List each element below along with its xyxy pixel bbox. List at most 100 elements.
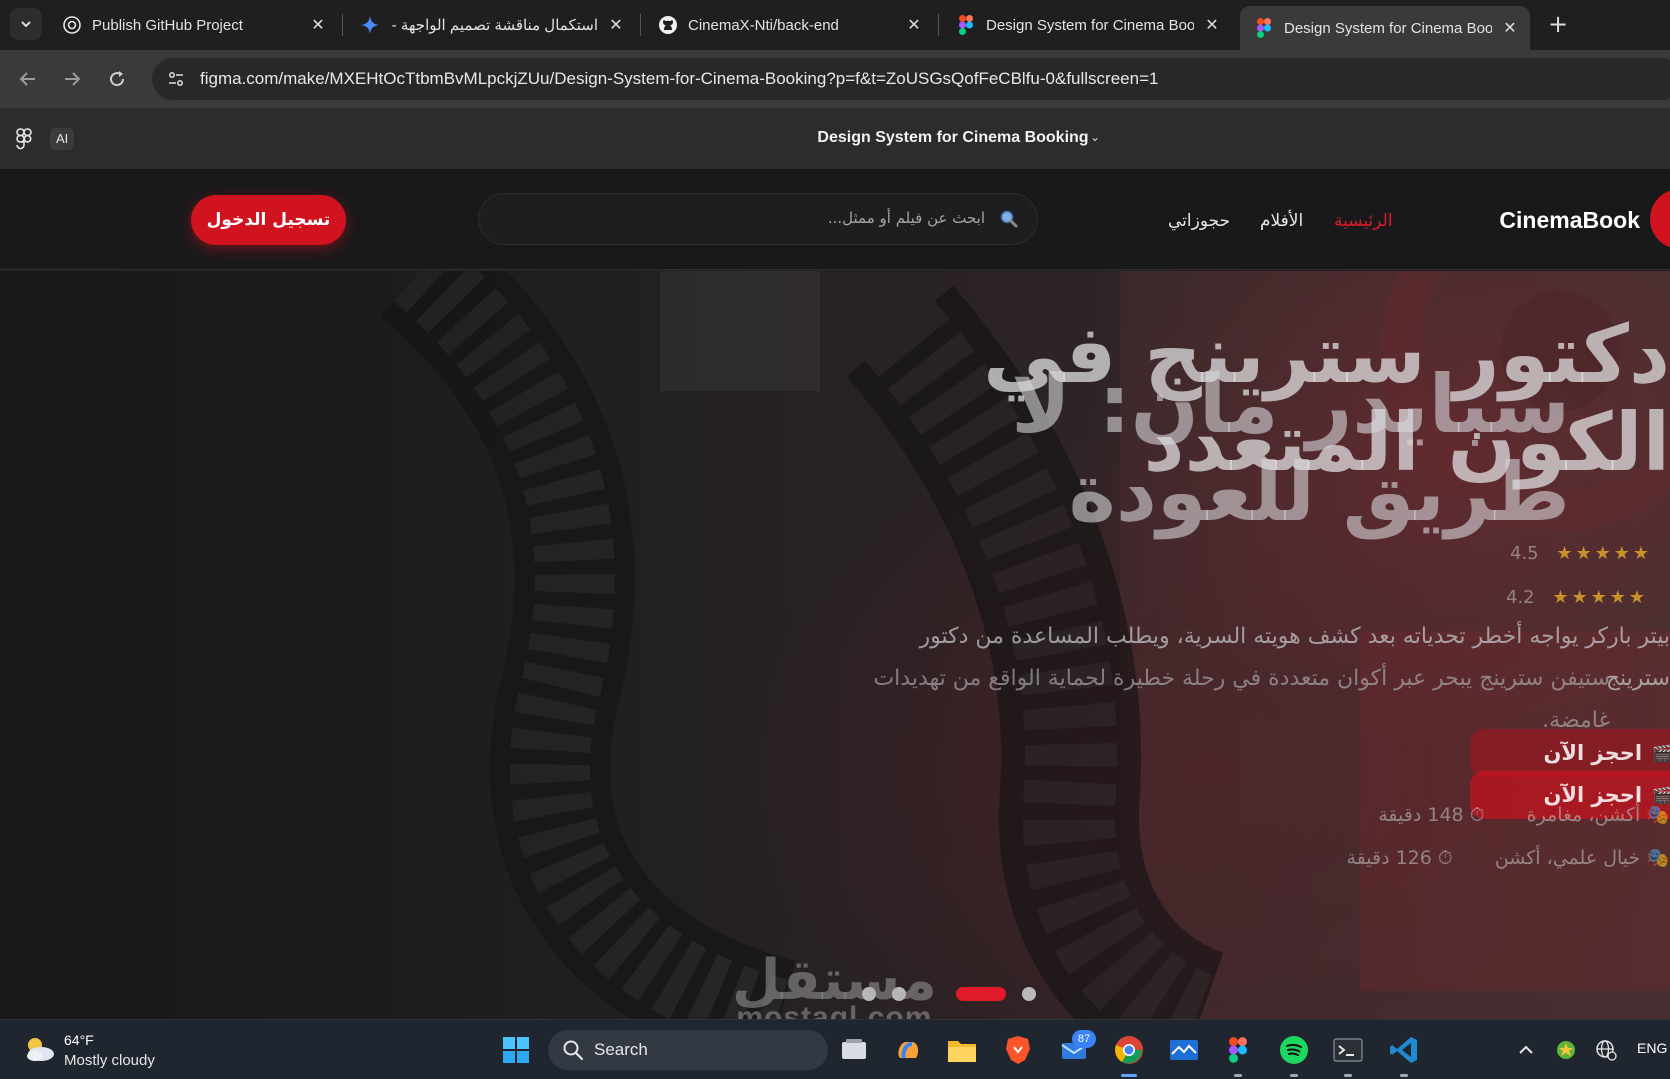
input-language[interactable]: ENG: [1637, 1040, 1667, 1056]
login-button[interactable]: تسجيل الدخول: [191, 195, 346, 245]
nav-movies[interactable]: الأفلام: [1260, 211, 1303, 231]
theater-masks-icon: 🎭: [1646, 804, 1670, 826]
movie-genres: أكشن، مغامرة: [1526, 804, 1641, 826]
mail-badge: 87: [1072, 1030, 1096, 1048]
chrome-icon[interactable]: [1113, 1034, 1145, 1066]
mail-app-icon[interactable]: [1168, 1034, 1200, 1066]
nav-home[interactable]: الرئيسية: [1334, 211, 1393, 231]
brave-browser-icon[interactable]: [1002, 1034, 1034, 1066]
gemini-icon: [360, 15, 380, 35]
vscode-icon[interactable]: [1388, 1034, 1420, 1066]
hero-title: سبايدر مان: لا طريق للعودة: [1011, 358, 1570, 539]
reload-icon: [110, 71, 125, 87]
search-placeholder: ابحث عن فيلم أو ممثل...: [827, 209, 985, 227]
running-indicator: [1400, 1074, 1408, 1077]
tab-divider: [640, 14, 641, 36]
running-indicator: [1290, 1074, 1298, 1077]
close-icon[interactable]: ✕: [308, 15, 328, 35]
copilot-icon[interactable]: [892, 1034, 924, 1066]
close-icon[interactable]: ✕: [606, 15, 626, 35]
brand-name[interactable]: CinemaBook: [1490, 207, 1640, 234]
address-bar[interactable]: figma.com/make/MXEHtOcTtbmBvMLpckjZUu/De…: [152, 58, 1670, 100]
hero-rating: 4.2 ★★★★★: [1506, 587, 1648, 608]
book-now-button[interactable]: 🎬 احجز الآن: [1470, 729, 1670, 777]
tab-title: Publish GitHub Project: [92, 16, 243, 34]
tab-divider: [342, 14, 343, 36]
file-explorer-icon[interactable]: [946, 1034, 978, 1066]
github-icon: [658, 15, 678, 35]
weather-temperature[interactable]: 64°F: [64, 1032, 94, 1048]
browser-tab[interactable]: Design System for Cinema Book ✕: [942, 6, 1232, 44]
movie-genres: خيال علمي، أكشن: [1494, 847, 1641, 869]
chevron-down-icon[interactable]: ⌄: [1090, 130, 1100, 144]
tab-title: Design System for Cinema Book: [986, 16, 1194, 34]
figma-app-icon[interactable]: [1222, 1034, 1254, 1066]
rating-value: 4.2: [1506, 587, 1535, 608]
movie-meta: 🎭 أكشن، مغامرة ⏱ 148 دقيقة: [1378, 803, 1670, 826]
chevron-up-icon[interactable]: [1510, 1034, 1542, 1066]
figma-icon: [1254, 18, 1274, 38]
chevron-down-icon: [21, 21, 31, 28]
partly-cloudy-icon[interactable]: [22, 1034, 56, 1068]
new-tab-button[interactable]: +: [1543, 10, 1573, 38]
clock-icon: ⏱: [1437, 847, 1453, 869]
weather-description[interactable]: Mostly cloudy: [64, 1052, 155, 1069]
rating-value: 4.5: [1510, 543, 1539, 564]
site-header: CinemaBook الرئيسية الأفلام حجوزاتي ابحث…: [0, 171, 1670, 270]
app-preview: CinemaBook الرئيسية الأفلام حجوزاتي ابحث…: [0, 171, 1670, 1019]
carousel-dot-active[interactable]: [956, 987, 1006, 1001]
site-settings-icon[interactable]: [156, 58, 196, 100]
openai-icon: [62, 15, 82, 35]
clapperboard-icon: 🎬: [1652, 743, 1670, 763]
search-icon: [562, 1039, 584, 1065]
spotify-icon[interactable]: [1278, 1034, 1310, 1066]
star-rating-icon: ★★★★★: [1552, 587, 1649, 608]
nav-bookings[interactable]: حجوزاتي: [1168, 211, 1230, 231]
tab-search-button[interactable]: [10, 8, 42, 40]
tray-app-icon[interactable]: [1550, 1034, 1582, 1066]
carousel-dot[interactable]: [1022, 987, 1036, 1001]
browser-tab[interactable]: Publish GitHub Project ✕: [48, 6, 338, 44]
movie-meta: 🎭 خيال علمي، أكشن ⏱ 126 دقيقة: [1346, 846, 1670, 869]
terminal-icon[interactable]: [1332, 1034, 1364, 1066]
watermark-latin: mostaql.com: [736, 1001, 933, 1020]
tab-title: Design System for Cinema Book: [1284, 19, 1492, 37]
address-url: figma.com/make/MXEHtOcTtbmBvMLpckjZUu/De…: [200, 69, 1159, 88]
search-icon: [999, 209, 1019, 229]
browser-tab[interactable]: استكمال مناقشة تصميم الواجهة - ✕: [346, 6, 636, 44]
close-icon[interactable]: ✕: [1500, 18, 1520, 38]
star-rating-icon: ★★★★★: [1556, 543, 1653, 564]
close-icon[interactable]: ✕: [904, 15, 924, 35]
figma-icon: [956, 15, 976, 35]
running-indicator: [1344, 1074, 1352, 1077]
windows-taskbar: 64°F Mostly cloudy Search 87 ENG: [0, 1019, 1670, 1079]
browser-toolbar: figma.com/make/MXEHtOcTtbmBvMLpckjZUu/De…: [0, 50, 1670, 108]
file-title[interactable]: Design System for Cinema Booking: [0, 129, 1670, 147]
close-icon[interactable]: ✕: [1202, 15, 1222, 35]
network-globe-icon[interactable]: [1590, 1034, 1622, 1066]
movie-duration: 148 دقيقة: [1378, 804, 1464, 826]
search-field[interactable]: ابحث عن فيلم أو ممثل...: [478, 193, 1038, 245]
windows-start-icon[interactable]: [500, 1034, 532, 1066]
task-view-icon[interactable]: [838, 1034, 870, 1066]
hero-rating: 4.5 ★★★★★: [1510, 543, 1652, 564]
browser-tab-strip: Publish GitHub Project ✕ استكمال مناقشة …: [0, 0, 1670, 50]
clock-icon: ⏱: [1469, 804, 1485, 826]
tab-title: CinemaX-Nti/back-end: [688, 16, 839, 34]
hero-carousel: دكتور سترينج في الكون المتعدد 4.5 ★★★★★ …: [0, 271, 1670, 1019]
forward-button[interactable]: [56, 63, 88, 95]
arrow-left-icon: [19, 72, 35, 86]
arrow-right-icon: [65, 72, 81, 86]
book-now-label: احجز الآن: [1543, 741, 1643, 765]
tab-title: استكمال مناقشة تصميم الواجهة -: [391, 17, 598, 34]
clapperboard-icon: 🎬: [1652, 785, 1670, 805]
back-button[interactable]: [12, 63, 44, 95]
reload-button[interactable]: [101, 63, 133, 95]
taskbar-search[interactable]: Search: [548, 1030, 828, 1070]
browser-tab[interactable]: CinemaX-Nti/back-end ✕: [644, 6, 934, 44]
browser-tab-active[interactable]: Design System for Cinema Book ✕: [1240, 6, 1530, 50]
brand-logo-icon[interactable]: [1650, 189, 1670, 249]
watermark: مستقل mostaql.com: [732, 951, 937, 1020]
movie-duration: 126 دقيقة: [1346, 847, 1432, 869]
figma-make-bar: AI Design System for Cinema Booking ⌄: [0, 108, 1670, 170]
